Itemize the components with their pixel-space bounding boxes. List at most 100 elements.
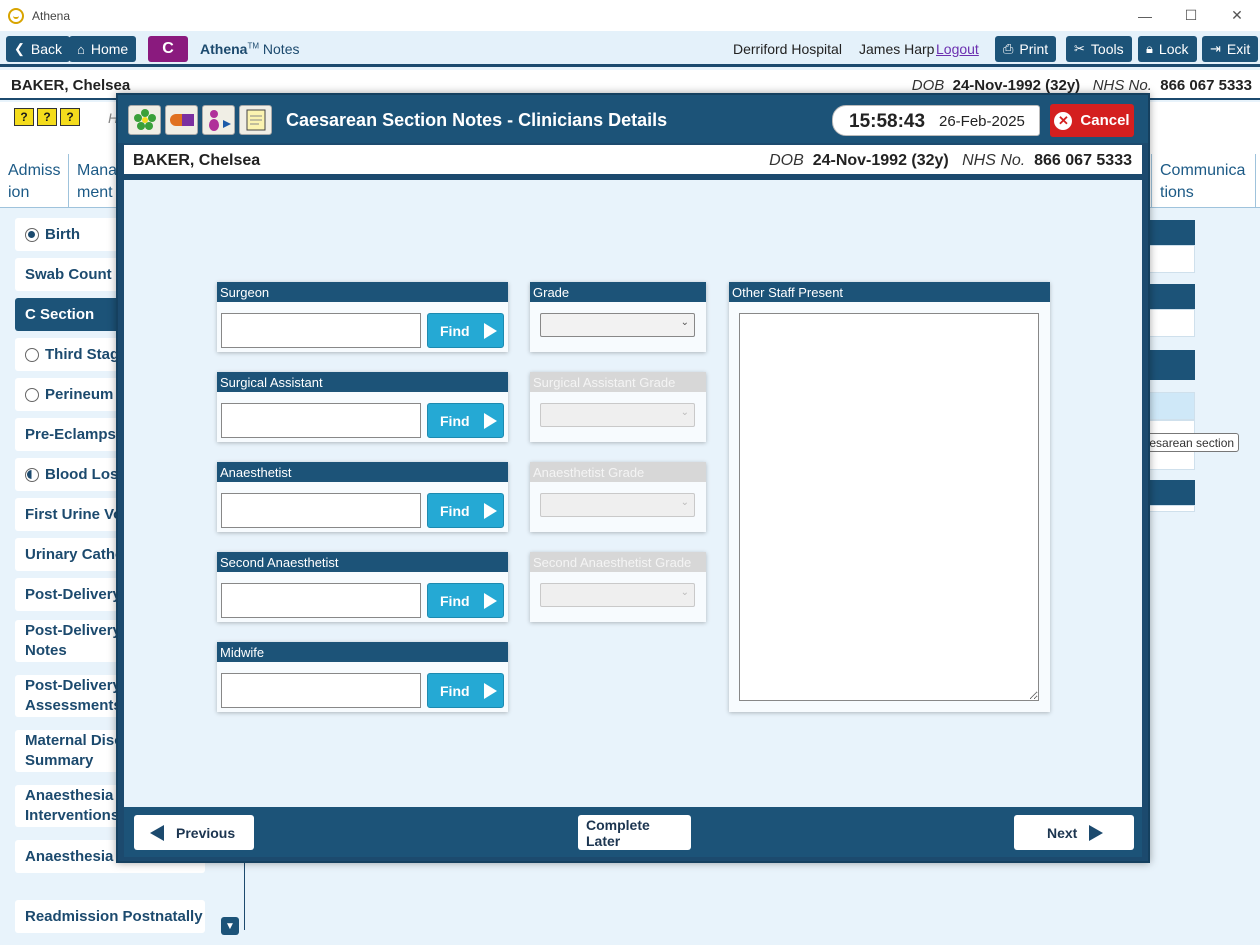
app-logo-icon [8, 7, 24, 24]
hospital-name: Derriford Hospital [733, 41, 842, 57]
surgeon-input[interactable] [221, 313, 421, 348]
sidebar-item-label: First Urine Voi [25, 505, 127, 523]
patient-transfer-icon[interactable] [202, 105, 235, 135]
anaesthetist-input[interactable] [221, 493, 421, 528]
surgeon-label: Surgeon [217, 282, 508, 302]
background-panel-header [1145, 480, 1195, 505]
close-icon: ✕ [1054, 111, 1073, 130]
patient-name: BAKER, Chelsea [133, 152, 261, 169]
nhs-value: 866 067 5333 [1160, 77, 1252, 94]
cancel-button[interactable]: ✕ Cancel [1050, 104, 1134, 137]
dob-label: DOB [769, 152, 804, 169]
dob-value: 24-Nov-1992 (32y) [812, 152, 949, 169]
brand-title: AthenaTM Notes [200, 41, 299, 57]
dialog-footer: Previous Complete Later Next [124, 807, 1142, 857]
arrow-right-icon [1089, 824, 1104, 841]
background-panel-header [1145, 220, 1195, 245]
module-badge[interactable]: C [148, 36, 188, 62]
sidebar-item-label: C Section [25, 305, 95, 323]
sidebar-item-label: Swab Count [25, 265, 112, 283]
sidebar-item-label: Readmission Postnatally [25, 907, 203, 925]
window-title: Athena [32, 8, 71, 23]
background-panel-header [1145, 284, 1195, 309]
tab-communications[interactable]: Communica tions [1151, 154, 1256, 208]
print-button[interactable]: ⎙ Print [995, 36, 1057, 62]
logout-link[interactable]: Logout [936, 41, 979, 57]
dialog-body: Surgeon Find Surgical Assistant Find Ana… [124, 180, 1142, 807]
dob-label: DOB [911, 77, 945, 94]
sidebar-item-label: Blood Loss [45, 465, 127, 483]
patient-ids: DOB 24-Nov-1992 (32y) NHS No. 866 067 53… [912, 77, 1252, 94]
minimize-button[interactable]: — [1122, 0, 1168, 31]
tab-admission[interactable]: Admiss ion [0, 154, 69, 208]
find-label: Find [440, 502, 470, 519]
lock-label: Lock [1158, 41, 1189, 57]
surgical-assistant-find-button[interactable]: Find [427, 403, 504, 438]
notes-icon[interactable] [239, 105, 272, 135]
exit-button[interactable]: ⇥ Exit [1202, 36, 1259, 62]
sidebar-item-label: Post-Delivery [25, 585, 121, 603]
home-button[interactable]: ⌂ Home [69, 36, 137, 62]
flower-icon[interactable] [128, 105, 161, 135]
sidebar-item-label: Urinary Cathe [25, 545, 124, 563]
second-anaesthetist-card: Second Anaesthetist Find [217, 552, 508, 622]
tools-button[interactable]: ✂ Tools [1066, 36, 1132, 62]
midwife-input[interactable] [221, 673, 421, 708]
grade-select[interactable]: ⌄ [540, 313, 695, 337]
help-icon[interactable]: ? [37, 108, 57, 126]
clinicians-details-dialog: Caesarean Section Notes - Clinicians Det… [116, 93, 1150, 863]
maximize-button[interactable]: ☐ [1168, 0, 1214, 31]
next-button[interactable]: Next [1014, 815, 1134, 850]
chevron-down-icon: ⌄ [680, 497, 689, 508]
midwife-label: Midwife [217, 642, 508, 662]
dob-value: 24-Nov-1992 (32y) [952, 77, 1081, 94]
home-label: Home [90, 41, 129, 57]
close-window-button[interactable]: ✕ [1214, 0, 1260, 31]
top-navigation: ❮ Back ⌂ Home C AthenaTM Notes Derriford… [0, 31, 1260, 67]
anaesthetist-label: Anaesthetist [217, 462, 508, 482]
lock-button[interactable]: 🔒︎ Lock [1138, 36, 1197, 62]
complete-later-button[interactable]: Complete Later [578, 815, 691, 850]
second-anaesthetist-input[interactable] [221, 583, 421, 618]
other-staff-label: Other Staff Present [729, 282, 1050, 302]
sidebar-item-readmission-postnatally[interactable]: Readmission Postnatally [15, 900, 205, 933]
user-name: James Harp [859, 41, 935, 57]
current-time: 15:58:43 [849, 111, 926, 132]
midwife-find-button[interactable]: Find [427, 673, 504, 708]
wrench-icon: ✂ [1074, 41, 1085, 56]
anaesthetist-find-button[interactable]: Find [427, 493, 504, 528]
back-button[interactable]: ❮ Back [6, 36, 71, 62]
other-staff-textarea[interactable] [739, 313, 1039, 701]
nhs-label: NHS No. [1092, 77, 1152, 94]
nhs-label: NHS No. [962, 152, 1026, 169]
second-anaesthetist-grade-select: ⌄ [540, 583, 695, 607]
sidebar-item-c-section[interactable]: C Section [15, 298, 122, 331]
grade-label: Grade [530, 282, 706, 302]
second-anaesthetist-grade-card: Second Anaesthetist Grade ⌄ [530, 552, 706, 622]
scroll-down-button[interactable]: ▼ [221, 917, 239, 935]
brand-tm: TM [247, 41, 260, 51]
help-icon[interactable]: ? [60, 108, 80, 126]
complete-later-label: Complete Later [586, 816, 650, 849]
surgical-assistant-input[interactable] [221, 403, 421, 438]
chevron-down-icon: ▼ [225, 920, 235, 932]
background-panel-header [1145, 350, 1195, 380]
next-label: Next [1047, 824, 1078, 841]
second-anaesthetist-find-button[interactable]: Find [427, 583, 504, 618]
previous-label: Previous [176, 824, 236, 841]
play-arrow-icon [483, 502, 497, 519]
surgeon-card: Surgeon Find [217, 282, 508, 352]
chevron-left-icon: ❮ [14, 41, 25, 56]
status-empty-icon [25, 387, 39, 402]
surgeon-find-button[interactable]: Find [427, 313, 504, 348]
anaesthetist-card: Anaesthetist Find [217, 462, 508, 532]
previous-button[interactable]: Previous [134, 815, 254, 850]
help-icon[interactable]: ? [14, 108, 34, 126]
find-label: Find [440, 322, 470, 339]
background-panel [1145, 309, 1195, 337]
sidebar-item-label: Anaesthesia F [25, 847, 127, 865]
chevron-down-icon: ⌄ [680, 317, 689, 328]
grade-card: Grade ⌄ [530, 282, 706, 352]
medication-pill-icon[interactable] [165, 105, 198, 135]
surgical-assistant-grade-label: Surgical Assistant Grade [530, 372, 706, 392]
